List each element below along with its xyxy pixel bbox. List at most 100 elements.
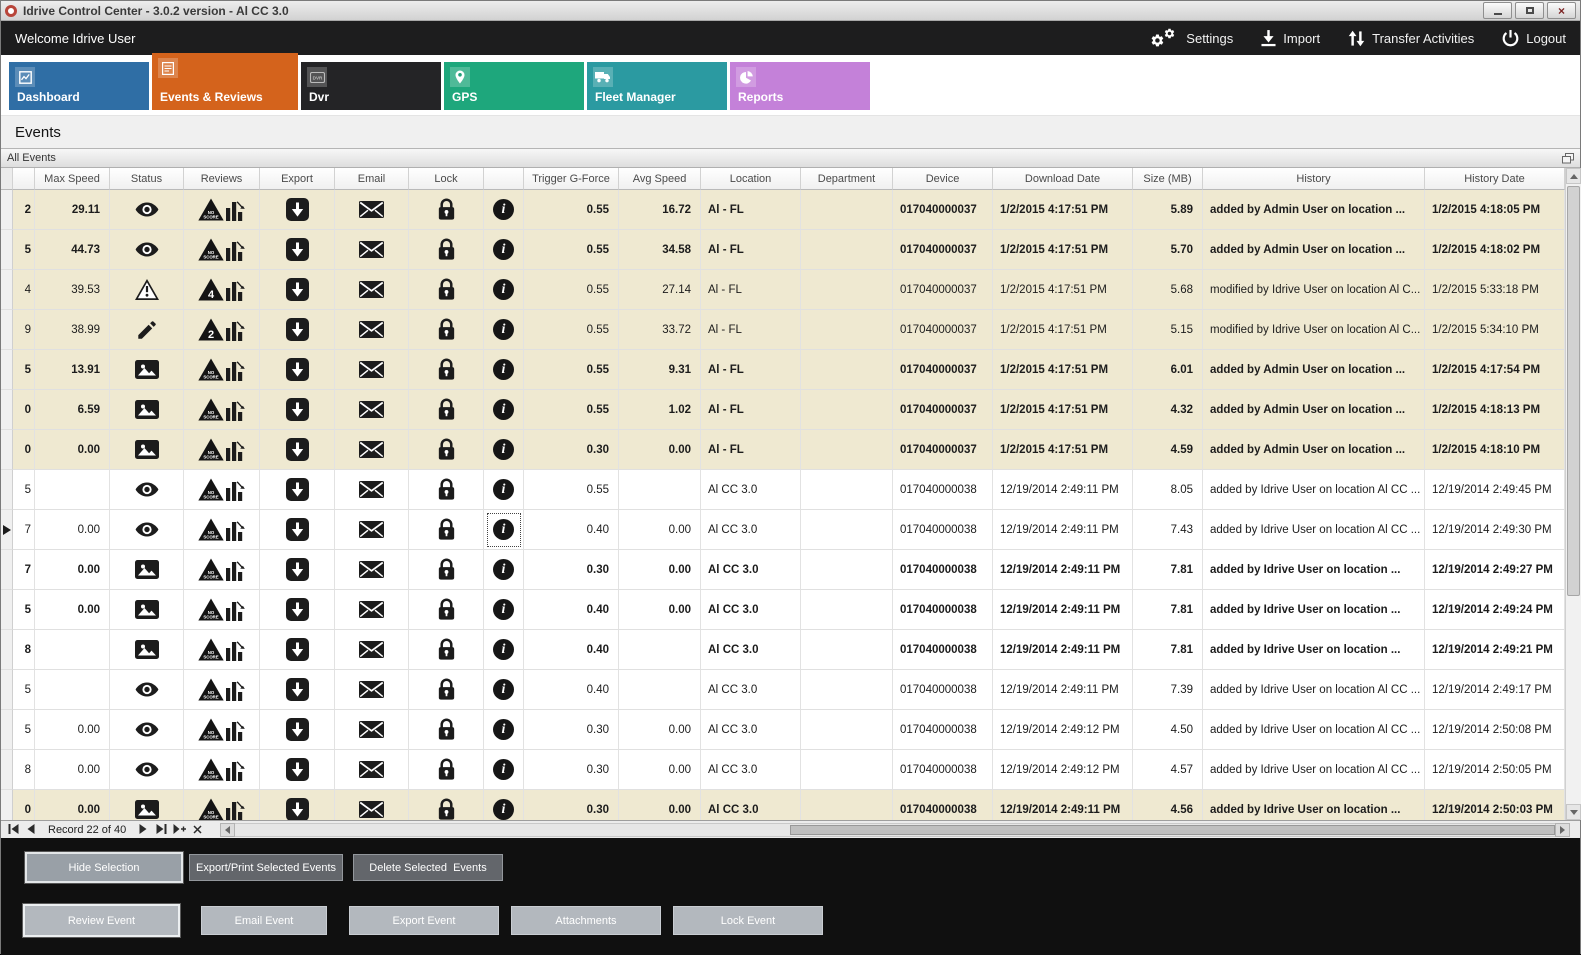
table-row[interactable]: 229.11NOSCOREi0.5516.72Al - FL0170400000…: [1, 190, 1565, 230]
email-cell[interactable]: [335, 790, 409, 820]
info-cell[interactable]: i: [484, 710, 524, 750]
reviews-cell[interactable]: NOSCORE: [184, 670, 260, 710]
export-cell[interactable]: [260, 430, 335, 470]
reviews-cell[interactable]: NOSCORE: [184, 710, 260, 750]
table-row[interactable]: 8NOSCOREi0.40Al CC 3.001704000003812/19/…: [1, 630, 1565, 670]
status-cell[interactable]: [110, 630, 184, 670]
reviews-cell[interactable]: NOSCORE: [184, 430, 260, 470]
lock-cell[interactable]: [409, 470, 484, 510]
lock-cell[interactable]: [409, 670, 484, 710]
info-cell[interactable]: i: [484, 390, 524, 430]
email-event-button[interactable]: Email Event: [201, 906, 327, 935]
reviews-cell[interactable]: 4: [184, 270, 260, 310]
tab-events-reviews[interactable]: Events & Reviews: [152, 53, 298, 110]
email-cell[interactable]: [335, 310, 409, 350]
email-cell[interactable]: [335, 190, 409, 230]
table-row[interactable]: 70.00NOSCOREi0.300.00Al CC 3.00170400000…: [1, 550, 1565, 590]
tab-dvr[interactable]: DVR Dvr: [301, 62, 441, 110]
table-row[interactable]: 544.73NOSCOREi0.5534.58Al - FL0170400000…: [1, 230, 1565, 270]
export-cell[interactable]: [260, 470, 335, 510]
reviews-cell[interactable]: NOSCORE: [184, 390, 260, 430]
column-header-download-date[interactable]: Download Date: [993, 168, 1133, 190]
tab-dashboard[interactable]: Dashboard: [9, 62, 149, 110]
email-cell[interactable]: [335, 230, 409, 270]
email-cell[interactable]: [335, 590, 409, 630]
reviews-cell[interactable]: NOSCORE: [184, 510, 260, 550]
lock-cell[interactable]: [409, 790, 484, 820]
info-cell[interactable]: i: [484, 470, 524, 510]
close-button[interactable]: ×: [1547, 2, 1576, 19]
attachments-button[interactable]: Attachments: [511, 906, 661, 935]
status-cell[interactable]: [110, 270, 184, 310]
lock-cell[interactable]: [409, 190, 484, 230]
status-cell[interactable]: [110, 590, 184, 630]
table-row[interactable]: 513.91NOSCOREi0.559.31Al - FL01704000003…: [1, 350, 1565, 390]
scroll-up-arrow-icon[interactable]: [1566, 168, 1581, 184]
table-row[interactable]: 06.59NOSCOREi0.551.02Al - FL017040000037…: [1, 390, 1565, 430]
status-cell[interactable]: [110, 750, 184, 790]
export-cell[interactable]: [260, 670, 335, 710]
status-cell[interactable]: [110, 550, 184, 590]
lock-cell[interactable]: [409, 390, 484, 430]
export-cell[interactable]: [260, 710, 335, 750]
status-cell[interactable]: [110, 390, 184, 430]
email-cell[interactable]: [335, 270, 409, 310]
info-cell[interactable]: i: [484, 590, 524, 630]
settings-button[interactable]: Settings: [1149, 27, 1233, 49]
column-header-lock[interactable]: Lock: [409, 168, 484, 190]
column-header-reviews[interactable]: Reviews: [184, 168, 260, 190]
column-header-status[interactable]: Status: [110, 168, 184, 190]
reviews-cell[interactable]: NOSCORE: [184, 630, 260, 670]
column-header-email[interactable]: Email: [335, 168, 409, 190]
table-row[interactable]: 5NOSCOREi0.40Al CC 3.001704000003812/19/…: [1, 670, 1565, 710]
column-header-max-speed[interactable]: Max Speed: [35, 168, 110, 190]
column-header-info[interactable]: [484, 168, 524, 190]
tab-fleet-manager[interactable]: Fleet Manager: [587, 62, 727, 110]
column-header-avg-speed[interactable]: Avg Speed: [619, 168, 701, 190]
tab-reports[interactable]: Reports: [730, 62, 870, 110]
lock-cell[interactable]: [409, 230, 484, 270]
reviews-cell[interactable]: NOSCORE: [184, 230, 260, 270]
vertical-scrollbar-track[interactable]: [1566, 184, 1581, 804]
lock-cell[interactable]: [409, 270, 484, 310]
info-cell[interactable]: i: [484, 630, 524, 670]
nav-delete-button[interactable]: [188, 823, 206, 837]
scroll-left-arrow-icon[interactable]: [220, 823, 235, 837]
table-row[interactable]: 70.00NOSCOREi0.400.00Al CC 3.00170400000…: [1, 510, 1565, 550]
table-row[interactable]: 00.00NOSCOREi0.300.00Al CC 3.00170400000…: [1, 790, 1565, 820]
email-cell[interactable]: [335, 550, 409, 590]
info-cell[interactable]: i: [484, 430, 524, 470]
nav-last-button[interactable]: [152, 823, 170, 837]
status-cell[interactable]: [110, 310, 184, 350]
reviews-cell[interactable]: NOSCORE: [184, 550, 260, 590]
hide-selection-button[interactable]: Hide Selection: [25, 852, 183, 883]
email-cell[interactable]: [335, 510, 409, 550]
lock-cell[interactable]: [409, 310, 484, 350]
nav-prev-button[interactable]: [22, 823, 40, 837]
status-cell[interactable]: [110, 350, 184, 390]
email-cell[interactable]: [335, 430, 409, 470]
reviews-cell[interactable]: NOSCORE: [184, 350, 260, 390]
table-row[interactable]: 50.00NOSCOREi0.400.00Al CC 3.00170400000…: [1, 590, 1565, 630]
table-row[interactable]: 5NOSCOREi0.55Al CC 3.001704000003812/19/…: [1, 470, 1565, 510]
email-cell[interactable]: [335, 350, 409, 390]
horizontal-scrollbar-track[interactable]: [235, 823, 1555, 837]
export-cell[interactable]: [260, 630, 335, 670]
table-row[interactable]: 50.00NOSCOREi0.300.00Al CC 3.00170400000…: [1, 710, 1565, 750]
column-header-history[interactable]: History: [1203, 168, 1425, 190]
export-cell[interactable]: [260, 590, 335, 630]
status-cell[interactable]: [110, 230, 184, 270]
column-header-size-mb[interactable]: Size (MB): [1133, 168, 1203, 190]
email-cell[interactable]: [335, 470, 409, 510]
reviews-cell[interactable]: NOSCORE: [184, 190, 260, 230]
table-row[interactable]: 00.00NOSCOREi0.300.00Al - FL017040000037…: [1, 430, 1565, 470]
export-print-selected-events-button[interactable]: Export/Print Selected Events: [189, 854, 343, 881]
column-header-trigger-g-force[interactable]: Trigger G-Force: [524, 168, 619, 190]
export-cell[interactable]: [260, 190, 335, 230]
reviews-cell[interactable]: NOSCORE: [184, 590, 260, 630]
column-header-id[interactable]: [13, 168, 35, 190]
info-cell[interactable]: i: [484, 670, 524, 710]
email-cell[interactable]: [335, 390, 409, 430]
export-cell[interactable]: [260, 510, 335, 550]
column-header-history-date[interactable]: History Date: [1425, 168, 1565, 190]
